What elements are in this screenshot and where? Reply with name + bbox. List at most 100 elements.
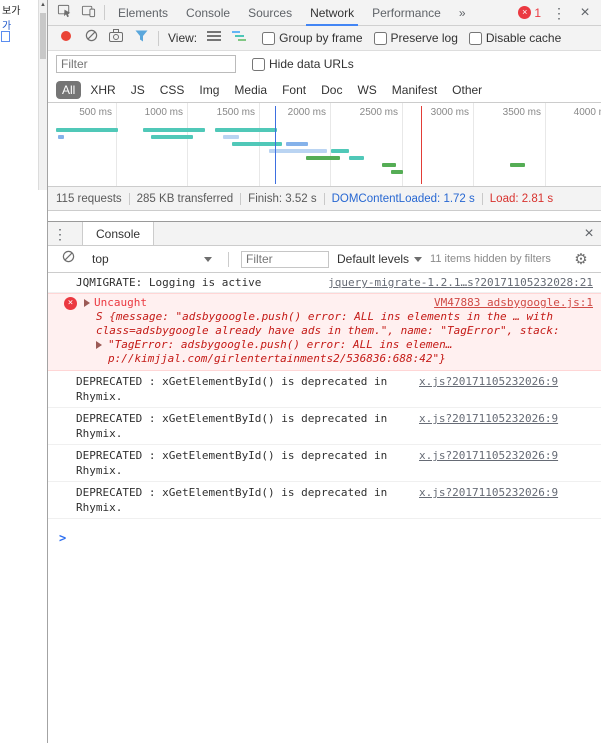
- type-filter-other[interactable]: Other: [446, 81, 488, 99]
- record-icon: [60, 29, 72, 47]
- disable-cache-input[interactable]: [469, 32, 482, 45]
- group-by-frame-label: Group by frame: [279, 31, 362, 45]
- requests-count: 115 requests: [56, 193, 129, 205]
- hide-data-urls-label: Hide data URLs: [269, 57, 354, 71]
- devtools-tabbar: Elements Console Sources Network Perform…: [48, 0, 601, 26]
- drawer-close-button[interactable]: ×: [577, 223, 601, 245]
- source-link[interactable]: x.js?20171105232026:9: [419, 485, 558, 500]
- inspect-cursor-icon: [57, 3, 72, 23]
- source-link[interactable]: x.js?20171105232026:9: [419, 448, 558, 463]
- page-image-fragment: [1, 31, 10, 42]
- waterfall-area[interactable]: 500 ms1000 ms1500 ms2000 ms2500 ms3000 m…: [48, 103, 601, 187]
- chevron-down-icon: [414, 257, 422, 262]
- inspect-element-button[interactable]: [52, 2, 76, 24]
- type-filter-img[interactable]: Img: [193, 81, 225, 99]
- source-link[interactable]: x.js?20171105232026:9: [419, 411, 558, 426]
- load-time: Load: 2.81 s: [482, 193, 560, 205]
- list-view-icon: [207, 29, 221, 47]
- waterfall-overview-icon: [232, 29, 246, 47]
- log-message: DEPRECATED : xGetElementById() is deprec…: [76, 374, 411, 404]
- type-filter-media[interactable]: Media: [228, 81, 273, 99]
- tab-performance[interactable]: Performance: [363, 0, 450, 25]
- disable-cache-checkbox[interactable]: Disable cache: [469, 31, 561, 45]
- console-deprecated-row: DEPRECATED : xGetElementById() is deprec…: [48, 445, 601, 482]
- drawer-menu-button[interactable]: ⋮: [48, 223, 72, 245]
- type-filter-doc[interactable]: Doc: [315, 81, 348, 99]
- source-link[interactable]: x.js?20171105232026:9: [419, 374, 558, 389]
- close-icon: ×: [580, 5, 589, 21]
- view-label: View:: [168, 31, 197, 45]
- type-filter-ws[interactable]: WS: [351, 81, 382, 99]
- group-by-frame-checkbox[interactable]: Group by frame: [262, 31, 362, 45]
- filter-toggle-button[interactable]: [129, 27, 153, 49]
- use-large-rows-button[interactable]: [202, 27, 226, 49]
- scrollbar-up-arrow-icon[interactable]: ▲: [39, 0, 47, 11]
- log-message: JQMIGRATE: Logging is active: [76, 276, 320, 290]
- console-prompt[interactable]: >: [48, 519, 601, 545]
- console-error-badge[interactable]: × 1: [514, 6, 545, 20]
- disclosure-triangle-icon[interactable]: [96, 341, 102, 349]
- error-count: 1: [534, 6, 541, 20]
- type-filter-css[interactable]: CSS: [154, 81, 191, 99]
- type-filter-manifest[interactable]: Manifest: [386, 81, 443, 99]
- log-message: DEPRECATED : xGetElementById() is deprec…: [76, 485, 411, 515]
- group-by-frame-input[interactable]: [262, 32, 275, 45]
- source-link[interactable]: jquery-migrate-1.2.1…s?20171105232028:21: [328, 276, 593, 290]
- clear-icon: [62, 250, 75, 268]
- log-message: DEPRECATED : xGetElementById() is deprec…: [76, 448, 411, 478]
- scrollbar-thumb[interactable]: [40, 13, 46, 59]
- network-filter-row: Hide data URLs: [48, 51, 601, 77]
- console-filter-input[interactable]: [241, 251, 329, 268]
- preserve-log-checkbox[interactable]: Preserve log: [374, 31, 458, 45]
- type-filter-js[interactable]: JS: [125, 81, 151, 99]
- hidden-items-info: 11 items hidden by filters: [430, 253, 551, 265]
- tab-console[interactable]: Console: [177, 0, 239, 25]
- type-filter-xhr[interactable]: XHR: [84, 81, 121, 99]
- divider: [228, 252, 229, 267]
- console-settings-button[interactable]: ⚙: [569, 248, 593, 270]
- error-circle-icon: ×: [64, 297, 77, 310]
- divider: [158, 31, 159, 46]
- context-value: top: [92, 252, 109, 266]
- clear-network-log-button[interactable]: [79, 27, 103, 49]
- console-log-row: JQMIGRATE: Logging is active jquery-migr…: [48, 274, 601, 293]
- tab-elements[interactable]: Elements: [109, 0, 177, 25]
- disclosure-triangle-icon[interactable]: [84, 299, 90, 307]
- gear-icon: ⚙: [574, 250, 587, 268]
- page-text-fragment: 가: [2, 17, 36, 32]
- devtools-panel: Elements Console Sources Network Perform…: [47, 0, 601, 743]
- record-network-log-button[interactable]: [54, 27, 78, 49]
- error-stack-line: "TagError: adsbygoogle.push() error: ALL…: [108, 338, 452, 352]
- funnel-filter-icon: [135, 29, 148, 47]
- log-levels-dropdown[interactable]: Default levels: [337, 252, 422, 266]
- page-scrollbar[interactable]: ▲: [38, 0, 47, 190]
- drawer-tab-console[interactable]: Console: [82, 222, 154, 245]
- disable-cache-label: Disable cache: [486, 31, 561, 45]
- network-summary-bar: 115 requests 285 KB transferred Finish: …: [48, 187, 601, 211]
- devtools-close-button[interactable]: ×: [573, 2, 597, 24]
- type-filter-all[interactable]: All: [56, 81, 81, 99]
- console-deprecated-row: DEPRECATED : xGetElementById() is deprec…: [48, 408, 601, 445]
- device-toolbar-icon: [81, 3, 96, 23]
- finish-time: Finish: 3.52 s: [240, 193, 323, 205]
- drawer-header: ⋮ Console ×: [48, 222, 601, 246]
- type-filter-font[interactable]: Font: [276, 81, 312, 99]
- network-filter-input[interactable]: [56, 55, 236, 73]
- hide-data-urls-checkbox[interactable]: Hide data URLs: [252, 57, 354, 71]
- hide-data-urls-input[interactable]: [252, 58, 265, 71]
- tab-network[interactable]: Network: [301, 0, 363, 25]
- log-message: DEPRECATED : xGetElementById() is deprec…: [76, 411, 411, 441]
- error-circle-icon: ×: [518, 6, 531, 19]
- error-source-link[interactable]: VM47883 adsbygoogle.js:1: [434, 296, 593, 310]
- clear-console-button[interactable]: [56, 248, 80, 270]
- preserve-log-input[interactable]: [374, 32, 387, 45]
- more-tabs-chevron[interactable]: »: [450, 0, 475, 25]
- devtools-menu-button[interactable]: ⋮: [547, 2, 571, 24]
- console-error-row: × Uncaught VM47883 adsbygoogle.js:1 S {m…: [48, 293, 601, 371]
- execution-context-selector[interactable]: top: [88, 250, 216, 268]
- device-toolbar-button[interactable]: [76, 2, 100, 24]
- error-stack-tail: p://kimjjal.com/girlentertainments2/5368…: [64, 352, 593, 366]
- capture-screenshots-button[interactable]: [104, 27, 128, 49]
- show-overview-button[interactable]: [227, 27, 251, 49]
- tab-sources[interactable]: Sources: [239, 0, 301, 25]
